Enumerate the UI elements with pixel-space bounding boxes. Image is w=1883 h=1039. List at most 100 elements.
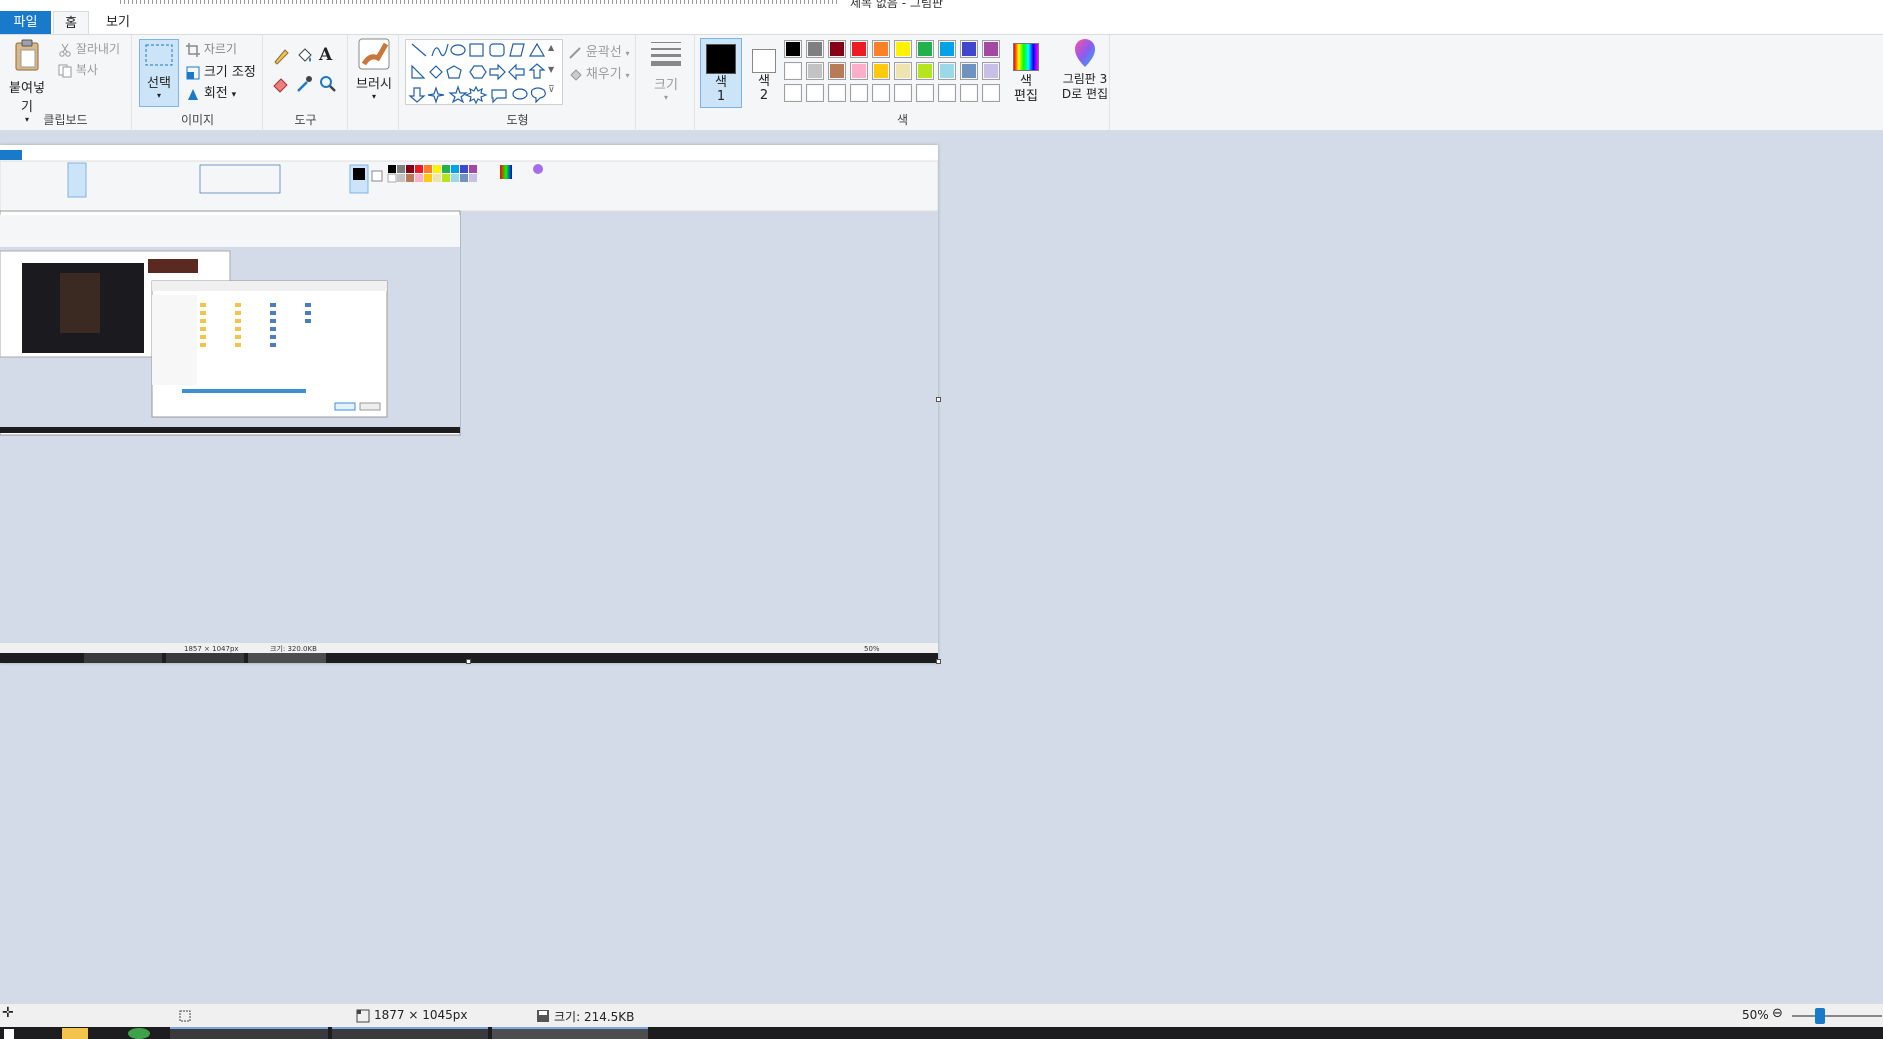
zoom-slider-thumb[interactable]: [1815, 1008, 1825, 1024]
color-swatch[interactable]: [938, 84, 956, 102]
taskbar-app-paint[interactable]: [492, 1027, 648, 1039]
tab-home[interactable]: 홈: [53, 11, 89, 34]
tab-view[interactable]: 보기: [100, 11, 136, 34]
paste-label: 붙여넣기: [9, 81, 45, 115]
color-swatch[interactable]: [916, 62, 934, 80]
browser-icon[interactable]: [128, 1028, 150, 1039]
edit-with-paint3d-button[interactable]: 그림판 3 D로 편집: [1054, 39, 1116, 102]
tab-file[interactable]: 파일: [0, 11, 51, 34]
file-explorer-icon[interactable]: [62, 1028, 88, 1039]
paste-button[interactable]: 붙여넣기 ▾: [4, 38, 50, 124]
paint3d-group: 그림판 3 D로 편집: [1052, 35, 1116, 131]
select-label: 선택: [147, 76, 171, 91]
paint3d-icon: [1075, 39, 1095, 67]
nested-filesize: 크기: 320.0KB: [270, 644, 317, 653]
clipboard-group-label: 클립보드: [43, 113, 88, 127]
taskbar-app-2[interactable]: [332, 1027, 488, 1039]
color-swatch-fill: [874, 86, 888, 100]
resize-handle-bottom[interactable]: [466, 659, 471, 664]
color-swatch-fill: [896, 64, 910, 78]
color-swatch[interactable]: [828, 62, 846, 80]
resize-label: 크기 조정: [203, 65, 256, 80]
brushes-button[interactable]: 브러시 ▾: [352, 38, 396, 101]
eraser-icon[interactable]: [272, 75, 290, 93]
color-swatch[interactable]: [916, 40, 934, 58]
color2-button[interactable]: 색 2: [744, 38, 784, 108]
outline-button[interactable]: 윤곽선 ▾: [568, 41, 630, 60]
color-swatch[interactable]: [872, 62, 890, 80]
color-swatch[interactable]: [960, 40, 978, 58]
color-swatch[interactable]: [938, 62, 956, 80]
fill-bucket-icon[interactable]: [295, 47, 313, 65]
zoom-out-icon[interactable]: ⊖: [1772, 1006, 1783, 1021]
color-swatch[interactable]: [850, 40, 868, 58]
resize-button[interactable]: 크기 조정: [186, 61, 256, 80]
brushes-group: 브러시 ▾: [349, 35, 399, 131]
shapes-scroll-up-icon[interactable]: ▲: [548, 43, 554, 52]
color-swatch-fill: [940, 86, 954, 100]
resize-handle-right[interactable]: [936, 397, 941, 402]
color-swatch-fill: [940, 42, 954, 56]
color-swatch-fill: [918, 42, 932, 56]
color-swatch-fill: [962, 64, 976, 78]
image-group-label: 이미지: [180, 113, 215, 127]
select-button[interactable]: 선택 ▾: [139, 39, 179, 107]
text-tool-icon[interactable]: A: [319, 45, 332, 65]
color-swatch[interactable]: [982, 84, 1000, 102]
color-swatch[interactable]: [828, 40, 846, 58]
shapes-more-icon[interactable]: ⊽: [548, 85, 555, 95]
paint3d-label-line1: 그림판 3: [1062, 72, 1108, 86]
color-swatch[interactable]: [872, 40, 890, 58]
shapes-scroll-down-icon[interactable]: ▼: [548, 65, 554, 74]
outline-label: 윤곽선: [585, 45, 622, 60]
color-swatch[interactable]: [894, 40, 912, 58]
color1-label-a: 색: [715, 75, 727, 90]
color1-swatch: [706, 44, 736, 74]
shapes-group-label: 도형: [506, 113, 529, 127]
color-swatch[interactable]: [850, 84, 868, 102]
color-swatch[interactable]: [806, 84, 824, 102]
shapes-gallery[interactable]: [405, 39, 563, 105]
copy-button[interactable]: 복사: [58, 61, 98, 78]
zoom-slider-track[interactable]: [1792, 1015, 1882, 1017]
pencil-icon[interactable]: [272, 47, 290, 65]
rotate-button[interactable]: 회전 ▾: [186, 82, 236, 101]
color-swatch[interactable]: [894, 62, 912, 80]
color-swatch-fill: [786, 42, 800, 56]
resize-handle-corner[interactable]: [936, 659, 941, 664]
color-swatch[interactable]: [806, 62, 824, 80]
color-swatch[interactable]: [784, 40, 802, 58]
color-swatch-fill: [830, 42, 844, 56]
color-swatch[interactable]: [850, 62, 868, 80]
color-swatch[interactable]: [872, 84, 890, 102]
canvas-area[interactable]: 1857 × 1047px 크기: 320.0KB 50%: [0, 131, 1883, 1003]
color-swatch[interactable]: [982, 62, 1000, 80]
color-swatch[interactable]: [806, 40, 824, 58]
rainbow-icon: [1013, 43, 1039, 71]
start-icon[interactable]: [4, 1029, 14, 1039]
nested-dimensions: 1857 × 1047px: [184, 645, 239, 653]
color1-label-b: 1: [716, 89, 726, 104]
fill-button[interactable]: 채우기 ▾: [568, 63, 630, 82]
color-swatch[interactable]: [784, 84, 802, 102]
color-swatch[interactable]: [784, 62, 802, 80]
magnifier-icon[interactable]: [319, 75, 337, 93]
cut-button[interactable]: 잘라내기: [58, 40, 120, 57]
color-swatch[interactable]: [894, 84, 912, 102]
color-swatch[interactable]: [938, 40, 956, 58]
drawing-canvas[interactable]: 1857 × 1047px 크기: 320.0KB 50%: [0, 145, 938, 663]
size-button[interactable]: 크기 ▾: [643, 39, 689, 102]
taskbar-app-1[interactable]: [170, 1027, 328, 1039]
save-disk-icon: [537, 1010, 549, 1022]
color-swatch[interactable]: [916, 84, 934, 102]
color-swatch[interactable]: [960, 62, 978, 80]
color-swatch[interactable]: [960, 84, 978, 102]
color-swatch[interactable]: [982, 40, 1000, 58]
color-picker-icon[interactable]: [295, 75, 313, 93]
edit-colors-button[interactable]: 색 편집: [1008, 38, 1044, 108]
color1-button[interactable]: 색 1: [700, 38, 742, 108]
color-swatch[interactable]: [828, 84, 846, 102]
crop-button[interactable]: 자르기: [186, 40, 237, 57]
image-size-icon: [356, 1009, 370, 1023]
color-swatch-fill: [940, 64, 954, 78]
